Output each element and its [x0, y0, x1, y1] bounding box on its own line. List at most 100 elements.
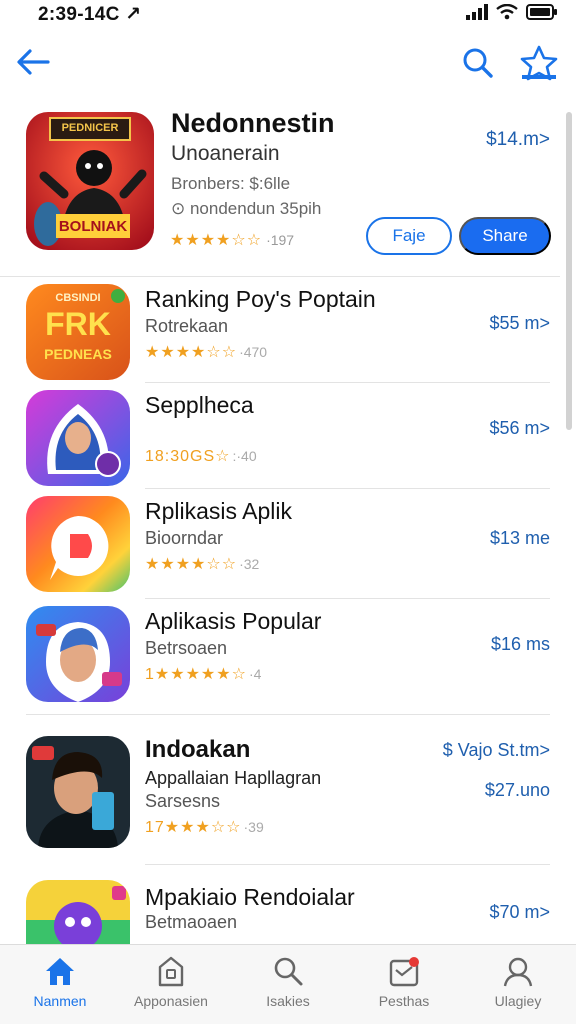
- list-item[interactable]: Indoakan Appallaian Hapllagran Sarsesns …: [0, 728, 560, 858]
- home-icon: [46, 958, 74, 985]
- app-rating-stars: ★★★★☆☆: [145, 344, 238, 361]
- featured-meta-2: ⊙ nondendun 35pih: [171, 199, 322, 218]
- tab-label: Nanmen: [33, 993, 87, 1009]
- signal-icon: [466, 4, 488, 20]
- app-subtitle: Appallaian Hapllagran: [145, 768, 322, 788]
- app-subtitle: Bioorndar: [145, 528, 224, 548]
- tab-search[interactable]: Isakies: [238, 951, 338, 1019]
- app-price[interactable]: $ Vajo St.tm>: [443, 740, 550, 761]
- status-time: 2:39-14C ↗: [38, 4, 142, 25]
- app-subtitle: Betrsoaen: [145, 638, 228, 658]
- featured-icon-caption: BOLNIAK: [58, 218, 128, 235]
- app-artwork: [26, 496, 130, 592]
- status-icons: [466, 4, 558, 20]
- app-artwork: [26, 880, 130, 948]
- tab-label: Apponasien: [134, 993, 208, 1009]
- featured-rating-count: ·197: [266, 232, 295, 248]
- list-item[interactable]: Mpakiaio Rendoialar Betmaoaen $70 m>: [0, 876, 560, 948]
- tab-apps[interactable]: Apponasien: [121, 951, 221, 1019]
- app-rating-stars: ★★★★☆☆: [145, 556, 238, 573]
- app-icon[interactable]: CBSINDI FRK PEDNEAS: [26, 284, 130, 380]
- featured-app[interactable]: PEDNICER BOLNIAK Nedonnestin Unoanerain …: [0, 102, 576, 274]
- app-rating: ★★★★☆☆ ·32: [145, 554, 259, 574]
- apps-icon: [158, 956, 184, 987]
- list-item[interactable]: Sepplheca 18:30GS☆:·40 $56 m>: [0, 386, 560, 492]
- search-button[interactable]: [458, 44, 498, 82]
- star-outline-icon: [520, 45, 558, 81]
- app-rating: 1★★★★★☆ ·4: [145, 664, 261, 684]
- app-price[interactable]: $16 ms: [491, 634, 550, 655]
- app-rating: 17★★★☆☆ ·39: [145, 817, 264, 837]
- tab-account[interactable]: Ulagiey: [468, 951, 568, 1019]
- divider: [145, 598, 550, 599]
- app-rating-count: ·39: [243, 819, 264, 835]
- search-icon: [274, 957, 303, 986]
- divider: [145, 382, 550, 383]
- app-icon[interactable]: [26, 496, 130, 592]
- app-rating-stars: 17★★★☆☆: [145, 819, 242, 836]
- nav-bar: [0, 38, 576, 88]
- app-price[interactable]: $55 m>: [489, 313, 550, 334]
- app-rating-count: :·40: [232, 448, 257, 464]
- featured-rating: ★★★★☆☆ ·197: [170, 230, 294, 250]
- status-bar: 2:39-14C ↗: [0, 0, 576, 28]
- account-icon: [503, 957, 533, 987]
- featured-price[interactable]: $14.m>: [486, 129, 550, 151]
- share-button[interactable]: Share: [459, 217, 551, 255]
- app-price[interactable]: $56 m>: [489, 418, 550, 439]
- app-icon[interactable]: [26, 736, 130, 848]
- divider: [26, 714, 550, 715]
- app-rating-stars: 1★★★★★☆: [145, 666, 247, 683]
- featured-app-icon[interactable]: PEDNICER BOLNIAK: [26, 112, 154, 250]
- divider: [0, 276, 560, 277]
- app-icon[interactable]: [26, 606, 130, 702]
- app-title: Aplikasis Popular: [145, 608, 322, 634]
- tab-label: Ulagiey: [494, 993, 542, 1009]
- search-icon: [463, 48, 493, 78]
- app-price-secondary[interactable]: $27.uno: [485, 780, 550, 801]
- featured-title: Nedonnestin: [171, 108, 335, 138]
- app-subtitle: Betmaoaen: [145, 912, 238, 932]
- app-rating-stars: 18:30GS☆: [145, 448, 231, 465]
- list-item[interactable]: Rplikasis Aplik Bioorndar ★★★★☆☆ ·32 $13 …: [0, 492, 560, 598]
- tab-bar: Nanmen Apponasien Isakies Pesthas Ulagie…: [0, 944, 576, 1024]
- scrollbar-thumb[interactable]: [566, 112, 572, 430]
- app-artwork: [26, 390, 130, 486]
- featured-secondary-button[interactable]: Faje: [366, 217, 452, 255]
- app-artwork: [26, 736, 130, 848]
- app-subtitle-secondary: Sarsesns: [145, 791, 221, 811]
- featured-meta-1: Bronbers: $:6lle: [171, 174, 291, 193]
- tab-label: Pesthas: [378, 993, 430, 1009]
- battery-icon: [526, 4, 557, 20]
- list-item[interactable]: CBSINDI FRK PEDNEAS Ranking Poy's Poptai…: [0, 280, 560, 386]
- app-icon-text-top: CBSINDI: [55, 292, 101, 304]
- featured-icon-banner: PEDNICER: [61, 122, 119, 134]
- app-subtitle: Rotrekaan: [145, 316, 229, 336]
- wishlist-button[interactable]: [517, 42, 561, 84]
- app-rating-count: ·470: [239, 344, 268, 360]
- app-price[interactable]: $70 m>: [489, 902, 550, 923]
- app-rating: ★★★★☆☆ ·470: [145, 342, 267, 362]
- divider: [145, 864, 550, 865]
- app-rating-count: ·32: [239, 556, 260, 572]
- tab-updates[interactable]: Pesthas: [354, 951, 454, 1019]
- app-rating: 18:30GS☆:·40: [145, 446, 257, 466]
- tab-home[interactable]: Nanmen: [10, 951, 110, 1019]
- app-rating-count: ·4: [248, 666, 262, 682]
- scrollbar[interactable]: [566, 112, 572, 932]
- wifi-icon: [496, 4, 518, 20]
- app-price[interactable]: $13 me: [490, 528, 550, 549]
- featured-rating-stars: ★★★★☆☆: [170, 232, 263, 249]
- app-icon[interactable]: [26, 390, 130, 486]
- list-item[interactable]: Aplikasis Popular Betrsoaen 1★★★★★☆ ·4 $1…: [0, 602, 560, 708]
- app-title: Sepplheca: [145, 392, 254, 418]
- back-button[interactable]: [14, 44, 54, 80]
- app-title: Mpakiaio Rendoialar: [145, 884, 355, 910]
- app-icon[interactable]: [26, 880, 130, 948]
- app-title: Indoakan: [145, 736, 251, 763]
- app-icon-text-bottom: PEDNEAS: [44, 346, 112, 362]
- updates-icon: [389, 957, 419, 987]
- divider: [145, 488, 550, 489]
- app-icon-text-main: FRK: [45, 306, 111, 342]
- app-title: Ranking Poy's Poptain: [145, 286, 376, 312]
